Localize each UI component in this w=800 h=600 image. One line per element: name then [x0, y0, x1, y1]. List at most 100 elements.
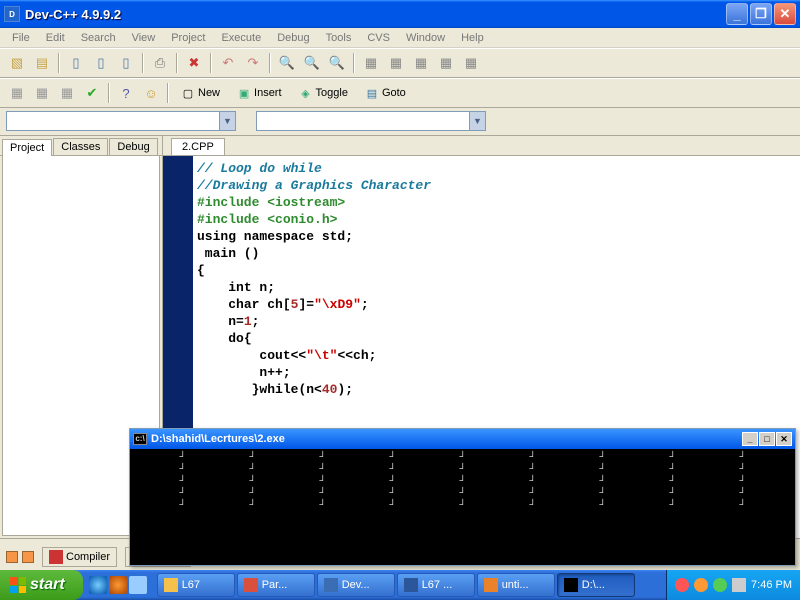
windows-logo-icon — [10, 577, 26, 593]
task-label: unti... — [502, 579, 529, 591]
task-app-icon — [484, 578, 498, 592]
toggle-icon: ◈ — [299, 86, 313, 100]
task-button[interactable]: Par... — [237, 573, 315, 597]
panel-icon[interactable] — [6, 551, 18, 563]
insert-icon: ▣ — [237, 86, 251, 100]
maximize-button[interactable]: ❐ — [750, 3, 772, 25]
console-minimize-button[interactable]: _ — [742, 432, 758, 446]
goto-button[interactable]: ▤Goto — [358, 82, 413, 104]
task-label: Par... — [262, 579, 288, 591]
tray-icon[interactable] — [694, 578, 708, 592]
block-icon-1[interactable]: ▦ — [6, 82, 28, 104]
menu-debug[interactable]: Debug — [269, 30, 317, 46]
ie-icon[interactable] — [89, 576, 107, 594]
start-button[interactable]: start — [0, 570, 83, 600]
task-app-icon — [564, 578, 578, 592]
save-as-icon[interactable]: ▯ — [115, 52, 137, 74]
new-page-icon: ▢ — [181, 86, 195, 100]
task-label: Dev... — [342, 579, 370, 591]
task-button[interactable]: Dev... — [317, 573, 395, 597]
task-label: D:\... — [582, 579, 605, 591]
task-label: L67 ... — [422, 579, 453, 591]
menu-help[interactable]: Help — [453, 30, 492, 46]
console-maximize-button[interactable]: □ — [759, 432, 775, 446]
block-icon-2[interactable]: ▦ — [31, 82, 53, 104]
menu-edit[interactable]: Edit — [38, 30, 73, 46]
console-icon: c:\ — [133, 433, 147, 445]
tray-icon[interactable] — [713, 578, 727, 592]
save-icon[interactable]: ▯ — [65, 52, 87, 74]
bottom-icons — [6, 551, 34, 563]
about-icon[interactable]: ☺ — [140, 82, 162, 104]
rebuild-icon[interactable]: ▦ — [435, 52, 457, 74]
panel-icon[interactable] — [22, 551, 34, 563]
menu-view[interactable]: View — [124, 30, 164, 46]
menu-cvs[interactable]: CVS — [359, 30, 398, 46]
check-icon[interactable]: ✔ — [81, 82, 103, 104]
system-tray[interactable]: 7:46 PM — [666, 570, 800, 600]
method-combo[interactable]: ▼ — [256, 111, 486, 131]
class-combo[interactable]: ▼ — [6, 111, 236, 131]
toggle-button[interactable]: ◈Toggle — [292, 82, 355, 104]
tab-debug[interactable]: Debug — [109, 138, 157, 155]
editor-tab[interactable]: 2.CPP — [171, 138, 225, 155]
compiler-tab[interactable]: Compiler — [42, 547, 117, 567]
main-toolbar: ▧ ▤ ▯ ▯ ▯ ⎙ ✖ ↶ ↷ 🔍 🔍 🔍 ▦ ▦ ▦ ▦ ▦ — [0, 48, 800, 78]
compiler-icon — [49, 550, 63, 564]
menu-tools[interactable]: Tools — [318, 30, 360, 46]
app-icon: D — [4, 6, 20, 22]
taskbar: start L67 Par... Dev... L67 ... unti... D:\..… — [0, 570, 800, 600]
undo-icon[interactable]: ↶ — [217, 52, 239, 74]
find-icon[interactable]: 🔍 — [276, 52, 298, 74]
desktop-icon[interactable] — [129, 576, 147, 594]
console-titlebar[interactable]: c:\ D:\shahid\Lecrtures\2.exe _ □ ✕ — [130, 429, 795, 449]
task-button[interactable]: unti... — [477, 573, 555, 597]
task-app-icon — [164, 578, 178, 592]
print-icon[interactable]: ⎙ — [149, 52, 171, 74]
redo-icon[interactable]: ↷ — [242, 52, 264, 74]
chevron-down-icon: ▼ — [219, 112, 235, 130]
console-output: ┘┘┘┘┘┘┘┘┘┘┘┘┘┘┘┘┘┘┘┘┘┘┘┘┘┘┘┘┘┘┘┘┘┘┘┘┘┘┘┘… — [130, 449, 795, 565]
console-title: D:\shahid\Lecrtures\2.exe — [151, 433, 285, 445]
goto-icon: ▤ — [365, 86, 379, 100]
menu-search[interactable]: Search — [73, 30, 124, 46]
task-button[interactable]: L67 ... — [397, 573, 475, 597]
tray-volume-icon[interactable] — [732, 578, 746, 592]
compile-run-icon[interactable]: ▦ — [410, 52, 432, 74]
menu-project[interactable]: Project — [163, 30, 213, 46]
find-next-icon[interactable]: 🔍 — [326, 52, 348, 74]
console-window[interactable]: c:\ D:\shahid\Lecrtures\2.exe _ □ ✕ ┘┘┘┘… — [129, 428, 796, 566]
block-icon-3[interactable]: ▦ — [56, 82, 78, 104]
task-app-icon — [404, 578, 418, 592]
tab-project[interactable]: Project — [2, 139, 52, 156]
tray-icon[interactable] — [675, 578, 689, 592]
open-file-icon[interactable]: ▤ — [31, 52, 53, 74]
title-bar: D Dev-C++ 4.9.9.2 _ ❐ ✕ — [0, 0, 800, 28]
menu-execute[interactable]: Execute — [213, 30, 269, 46]
insert-button[interactable]: ▣Insert — [230, 82, 289, 104]
console-close-button[interactable]: ✕ — [776, 432, 792, 446]
task-app-icon — [324, 578, 338, 592]
task-button[interactable]: D:\... — [557, 573, 635, 597]
close-file-icon[interactable]: ✖ — [183, 52, 205, 74]
new-file-icon[interactable]: ▧ — [6, 52, 28, 74]
chevron-down-icon: ▼ — [469, 112, 485, 130]
close-button[interactable]: ✕ — [774, 3, 796, 25]
compile-icon[interactable]: ▦ — [360, 52, 382, 74]
new-button[interactable]: ▢New — [174, 82, 227, 104]
browser-icon[interactable] — [109, 576, 127, 594]
debug-icon[interactable]: ▦ — [460, 52, 482, 74]
menu-window[interactable]: Window — [398, 30, 453, 46]
save-all-icon[interactable]: ▯ — [90, 52, 112, 74]
navigation-combos: ▼ ▼ — [0, 108, 800, 136]
task-button[interactable]: L67 — [157, 573, 235, 597]
replace-icon[interactable]: 🔍 — [301, 52, 323, 74]
task-app-icon — [244, 578, 258, 592]
clock: 7:46 PM — [751, 579, 792, 591]
tab-classes[interactable]: Classes — [53, 138, 108, 155]
menu-file[interactable]: File — [4, 30, 38, 46]
secondary-toolbar: ▦ ▦ ▦ ✔ ? ☺ ▢New ▣Insert ◈Toggle ▤Goto — [0, 78, 800, 108]
minimize-button[interactable]: _ — [726, 3, 748, 25]
run-icon[interactable]: ▦ — [385, 52, 407, 74]
help-icon[interactable]: ? — [115, 82, 137, 104]
